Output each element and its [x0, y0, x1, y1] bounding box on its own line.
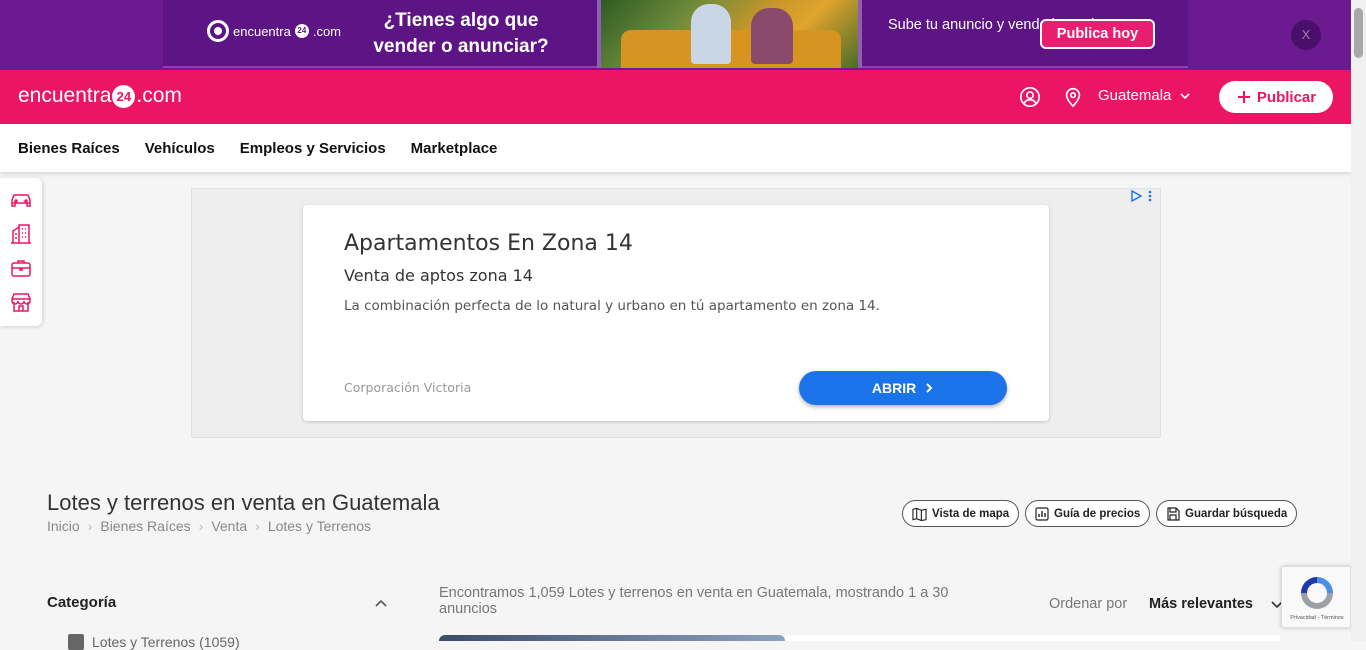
map-icon — [912, 507, 927, 521]
promo-photo — [597, 0, 862, 68]
breadcrumb: Inicio › Bienes Raíces › Venta › Lotes y… — [47, 518, 371, 534]
category-filter-heading[interactable]: Categoría — [47, 594, 116, 611]
chevron-down-icon — [1180, 92, 1190, 99]
nav-marketplace[interactable]: Marketplace — [411, 140, 498, 157]
main-nav: Bienes Raíces Vehículos Empleos y Servic… — [0, 124, 1351, 172]
user-icon[interactable] — [1019, 86, 1041, 108]
ad-open-button[interactable]: ABRIR — [799, 371, 1007, 405]
site-logo[interactable]: encuentra 24 .com — [18, 84, 182, 108]
more-vertical-icon — [1148, 190, 1152, 202]
results-summary: Encontramos 1,059 Lotes y terrenos en ve… — [439, 585, 949, 617]
logo-text: encuentra — [18, 84, 112, 107]
breadcrumb-separator: › — [198, 518, 204, 534]
save-icon — [1167, 506, 1180, 521]
recaptcha-icon — [1301, 577, 1333, 609]
ad-description: La combinación perfecta de lo natural y … — [344, 298, 880, 314]
breadcrumb-inicio[interactable]: Inicio — [47, 518, 80, 534]
breadcrumb-separator: › — [255, 518, 260, 534]
site-header: encuentra 24 .com Guatemala Publicar — [0, 70, 1351, 124]
sort-select[interactable]: Más relevantes — [1149, 596, 1253, 612]
promo-logo-text: encuentra — [233, 23, 291, 39]
recaptcha-badge[interactable]: Privacidad - Términos — [1281, 566, 1351, 628]
promo-logo-num: 24 — [294, 24, 309, 38]
publicar-label: Publicar — [1256, 88, 1317, 106]
target-icon — [207, 20, 229, 42]
store-icon[interactable] — [9, 290, 33, 314]
bar-chart-icon — [1035, 506, 1049, 521]
breadcrumb-bienes-raices[interactable]: Bienes Raíces — [100, 518, 190, 534]
breadcrumb-venta[interactable]: Venta — [211, 518, 247, 534]
map-view-label: Vista de mapa — [932, 507, 1010, 520]
play-icon — [1131, 190, 1142, 202]
location-pin-icon[interactable] — [1062, 86, 1084, 108]
ad-advertiser: Corporación Victoria — [344, 380, 472, 395]
ad-open-label: ABRIR — [871, 380, 917, 396]
price-guide-button[interactable]: Guía de precios — [1025, 500, 1151, 527]
category-filter-item[interactable]: Lotes y Terrenos (1059) — [68, 634, 240, 650]
sort-label: Ordenar por — [1049, 596, 1128, 612]
logo-num: 24 — [112, 84, 136, 108]
save-search-label: Guardar búsqueda — [1185, 507, 1288, 520]
breadcrumb-separator: › — [87, 518, 93, 534]
category-filter-item-label: Lotes y Terrenos (1059) — [92, 634, 240, 650]
listing-image[interactable] — [439, 635, 785, 641]
briefcase-icon[interactable] — [9, 256, 33, 280]
listing-card[interactable] — [785, 635, 1280, 641]
publica-hoy-button[interactable]: Publica hoy — [1040, 19, 1155, 49]
category-side-rail — [0, 178, 42, 326]
promo-logo-suffix: .com — [312, 23, 341, 39]
close-promo-button[interactable]: X — [1291, 20, 1321, 50]
breadcrumb-lotes-terrenos[interactable]: Lotes y Terrenos — [268, 518, 371, 534]
ad-subtitle: Venta de aptos zona 14 — [344, 266, 533, 285]
ad-choices[interactable] — [1130, 190, 1152, 202]
logo-suffix: .com — [136, 84, 182, 107]
promo-logo: encuentra 24 .com — [207, 20, 341, 42]
map-view-button[interactable]: Vista de mapa — [902, 500, 1020, 527]
nav-empleos-servicios[interactable]: Empleos y Servicios — [240, 140, 386, 157]
building-icon[interactable] — [9, 222, 33, 246]
country-selector[interactable]: Guatemala — [1098, 87, 1191, 104]
country-label: Guatemala — [1098, 87, 1172, 104]
ad-card[interactable]: Apartamentos En Zona 14 Venta de aptos z… — [303, 205, 1049, 421]
ad-title[interactable]: Apartamentos En Zona 14 — [344, 231, 633, 256]
page-scrollbar[interactable] — [1351, 0, 1366, 641]
scrollbar-thumb[interactable] — [1354, 8, 1363, 58]
chevron-right-icon — [926, 383, 933, 393]
checkbox[interactable] — [68, 634, 84, 650]
promo-headline: ¿Tienes algo que vender o anunciar? — [373, 10, 549, 57]
nav-vehiculos[interactable]: Vehículos — [145, 140, 215, 157]
plus-icon — [1237, 91, 1250, 103]
chevron-up-icon[interactable] — [374, 596, 388, 610]
publicar-button[interactable]: Publicar — [1219, 81, 1333, 113]
nav-bienes-raices[interactable]: Bienes Raíces — [18, 140, 120, 157]
page-title: Lotes y terrenos en venta en Guatemala — [47, 490, 440, 515]
save-search-button[interactable]: Guardar búsqueda — [1156, 500, 1298, 527]
car-icon[interactable] — [9, 188, 33, 212]
price-guide-label: Guía de precios — [1054, 507, 1141, 520]
recaptcha-text[interactable]: Privacidad - Términos — [1282, 615, 1352, 621]
